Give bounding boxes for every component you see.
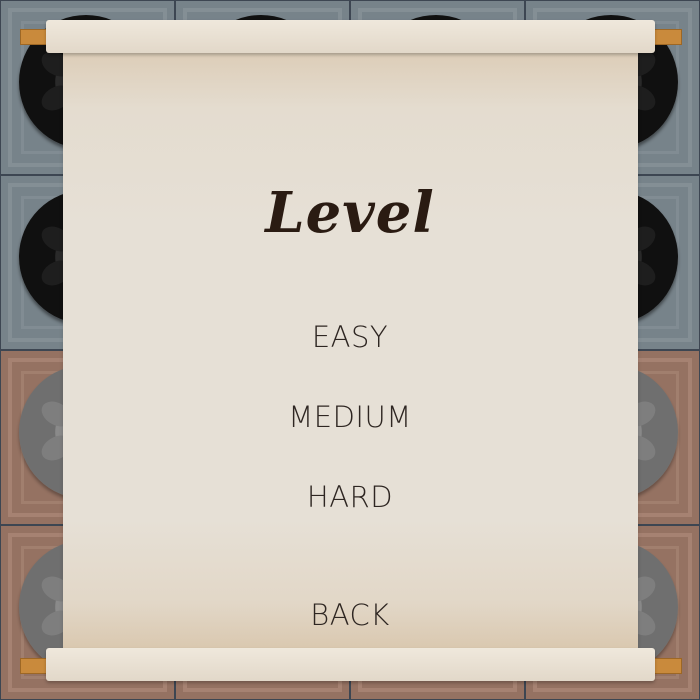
hard-level-button[interactable]: HARD	[200, 480, 500, 514]
level-title: Level	[265, 180, 435, 246]
back-button[interactable]: BACK	[200, 598, 500, 632]
scroll-top-rod	[46, 20, 655, 53]
medium-level-button[interactable]: MEDIUM	[200, 400, 500, 434]
easy-level-button[interactable]: EASY	[200, 320, 500, 354]
scroll-bottom-rod	[46, 648, 655, 681]
